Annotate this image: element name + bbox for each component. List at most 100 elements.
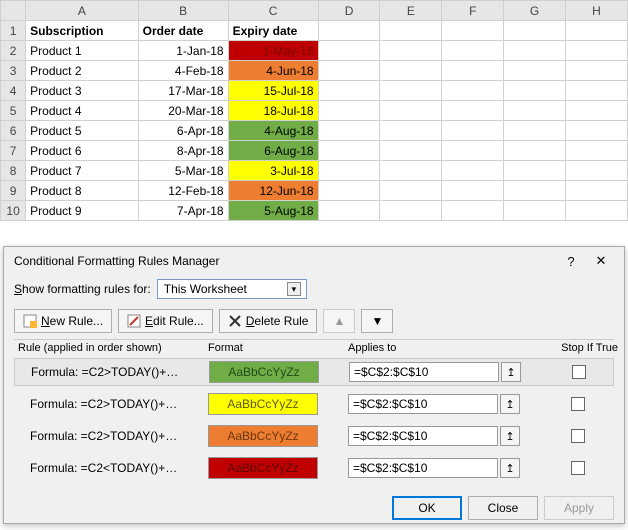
cell-A10[interactable]: Product 9 — [26, 201, 138, 221]
cell-B1[interactable]: Order date — [138, 21, 228, 41]
rule-row[interactable]: Formula: =C2<TODAY()+…AaBbCcYyZz↥ — [14, 454, 614, 482]
column-header-B[interactable]: B — [138, 1, 228, 21]
cell-E7[interactable] — [380, 141, 442, 161]
row-header[interactable]: 2 — [1, 41, 26, 61]
cell-D7[interactable] — [318, 141, 380, 161]
row-header[interactable]: 7 — [1, 141, 26, 161]
column-header-H[interactable]: H — [566, 1, 628, 21]
applies-to-input[interactable] — [348, 394, 498, 414]
row-header[interactable]: 1 — [1, 21, 26, 41]
row-header[interactable]: 4 — [1, 81, 26, 101]
applies-to-input[interactable] — [348, 458, 498, 478]
column-header-D[interactable]: D — [318, 1, 380, 21]
cell-E5[interactable] — [380, 101, 442, 121]
cell-B3[interactable]: 4-Feb-18 — [138, 61, 228, 81]
apply-button[interactable]: Apply — [544, 496, 614, 520]
cell-F8[interactable] — [442, 161, 504, 181]
cell-H5[interactable] — [566, 101, 628, 121]
cell-C3[interactable]: 4-Jun-18 — [228, 61, 318, 81]
cell-G7[interactable] — [504, 141, 566, 161]
cell-H6[interactable] — [566, 121, 628, 141]
cell-C8[interactable]: 3-Jul-18 — [228, 161, 318, 181]
scope-select[interactable]: This Worksheet ▾ — [157, 279, 307, 299]
row-header[interactable]: 9 — [1, 181, 26, 201]
row-header[interactable]: 3 — [1, 61, 26, 81]
cell-D8[interactable] — [318, 161, 380, 181]
cell-H2[interactable] — [566, 41, 628, 61]
cell-B5[interactable]: 20-Mar-18 — [138, 101, 228, 121]
cell-C2[interactable]: 1-May-18 — [228, 41, 318, 61]
cell-G6[interactable] — [504, 121, 566, 141]
column-header-E[interactable]: E — [380, 1, 442, 21]
cell-H3[interactable] — [566, 61, 628, 81]
cell-E3[interactable] — [380, 61, 442, 81]
cell-A1[interactable]: Subscription — [26, 21, 138, 41]
cell-A5[interactable]: Product 4 — [26, 101, 138, 121]
cell-A9[interactable]: Product 8 — [26, 181, 138, 201]
move-down-button[interactable]: ▼ — [361, 309, 393, 333]
ok-button[interactable]: OK — [392, 496, 462, 520]
cell-H7[interactable] — [566, 141, 628, 161]
cell-F5[interactable] — [442, 101, 504, 121]
column-header-F[interactable]: F — [442, 1, 504, 21]
stop-if-true-checkbox[interactable] — [571, 461, 585, 475]
range-picker-icon[interactable]: ↥ — [501, 362, 521, 382]
cell-D2[interactable] — [318, 41, 380, 61]
cell-G4[interactable] — [504, 81, 566, 101]
cell-E10[interactable] — [380, 201, 442, 221]
column-header-A[interactable]: A — [26, 1, 138, 21]
close-button[interactable]: Close — [468, 496, 538, 520]
cell-F2[interactable] — [442, 41, 504, 61]
cell-B4[interactable]: 17-Mar-18 — [138, 81, 228, 101]
cell-F1[interactable] — [442, 21, 504, 41]
cell-F10[interactable] — [442, 201, 504, 221]
cell-B10[interactable]: 7-Apr-18 — [138, 201, 228, 221]
cell-C10[interactable]: 5-Aug-18 — [228, 201, 318, 221]
stop-if-true-checkbox[interactable] — [571, 397, 585, 411]
cell-H1[interactable] — [566, 21, 628, 41]
cell-D4[interactable] — [318, 81, 380, 101]
cell-C1[interactable]: Expiry date — [228, 21, 318, 41]
cell-E2[interactable] — [380, 41, 442, 61]
cell-A3[interactable]: Product 2 — [26, 61, 138, 81]
applies-to-input[interactable] — [348, 426, 498, 446]
rule-row[interactable]: Formula: =C2>TODAY()+…AaBbCcYyZz↥ — [14, 422, 614, 450]
cell-C9[interactable]: 12-Jun-18 — [228, 181, 318, 201]
stop-if-true-checkbox[interactable] — [572, 365, 586, 379]
cell-F6[interactable] — [442, 121, 504, 141]
cell-E6[interactable] — [380, 121, 442, 141]
cell-H10[interactable] — [566, 201, 628, 221]
new-rule-button[interactable]: New Rule... — [14, 309, 112, 333]
cell-E1[interactable] — [380, 21, 442, 41]
cell-B7[interactable]: 8-Apr-18 — [138, 141, 228, 161]
cell-D10[interactable] — [318, 201, 380, 221]
rule-row[interactable]: Formula: =C2>TODAY()+…AaBbCcYyZz↥ — [14, 390, 614, 418]
range-picker-icon[interactable]: ↥ — [500, 458, 520, 478]
cell-E8[interactable] — [380, 161, 442, 181]
range-picker-icon[interactable]: ↥ — [500, 394, 520, 414]
delete-rule-button[interactable]: Delete Rule — [219, 309, 318, 333]
column-header-G[interactable]: G — [504, 1, 566, 21]
rule-row[interactable]: Formula: =C2>TODAY()+…AaBbCcYyZz↥ — [14, 358, 614, 386]
applies-to-input[interactable] — [349, 362, 499, 382]
stop-if-true-checkbox[interactable] — [571, 429, 585, 443]
cell-C5[interactable]: 18-Jul-18 — [228, 101, 318, 121]
cell-G8[interactable] — [504, 161, 566, 181]
cell-H8[interactable] — [566, 161, 628, 181]
select-all-corner[interactable] — [1, 1, 26, 21]
edit-rule-button[interactable]: Edit Rule... — [118, 309, 213, 333]
cell-G3[interactable] — [504, 61, 566, 81]
column-header-C[interactable]: C — [228, 1, 318, 21]
cell-C7[interactable]: 6-Aug-18 — [228, 141, 318, 161]
cell-F9[interactable] — [442, 181, 504, 201]
dialog-close-button[interactable]: ✕ — [586, 253, 616, 269]
cell-F7[interactable] — [442, 141, 504, 161]
cell-F4[interactable] — [442, 81, 504, 101]
cell-D9[interactable] — [318, 181, 380, 201]
cell-D1[interactable] — [318, 21, 380, 41]
cell-A6[interactable]: Product 5 — [26, 121, 138, 141]
cell-A7[interactable]: Product 6 — [26, 141, 138, 161]
cell-G1[interactable] — [504, 21, 566, 41]
cell-E9[interactable] — [380, 181, 442, 201]
row-header[interactable]: 5 — [1, 101, 26, 121]
